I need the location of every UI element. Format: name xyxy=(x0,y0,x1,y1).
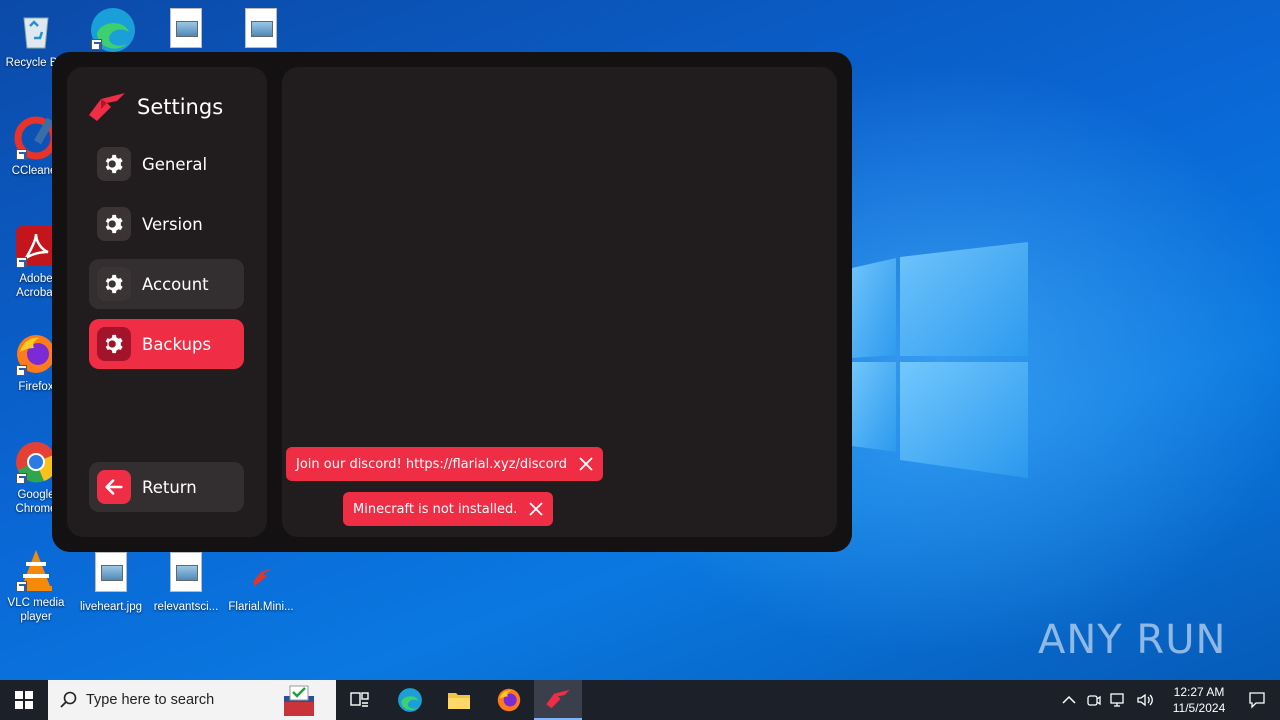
clock-date: 11/5/2024 xyxy=(1172,701,1226,715)
toast-discord: Join our discord! https://flarial.xyz/di… xyxy=(286,447,604,481)
gear-icon xyxy=(97,207,131,241)
return-button[interactable]: Return xyxy=(89,462,244,512)
volume-icon[interactable] xyxy=(1136,692,1154,708)
arrow-left-icon xyxy=(97,470,131,504)
taskbar-edge[interactable] xyxy=(386,680,434,720)
sidebar-header: Settings xyxy=(87,87,223,127)
flarial-logo-icon xyxy=(239,552,283,596)
flarial-logo-icon xyxy=(546,689,570,709)
desktop-icon-label: Flarial.Mini... xyxy=(228,601,294,613)
taskbar-file-explorer[interactable] xyxy=(435,680,483,720)
return-label: Return xyxy=(142,477,197,497)
nav-item-label: Version xyxy=(142,214,203,234)
close-icon[interactable] xyxy=(527,500,545,518)
image-file-icon xyxy=(239,8,283,52)
search-placeholder: Type here to search xyxy=(86,692,215,708)
gear-icon xyxy=(97,267,131,301)
nav-item-label: General xyxy=(142,154,208,174)
gear-icon xyxy=(97,147,131,181)
desktop-icon-label: VLC media player xyxy=(7,597,65,623)
nav-item-backups[interactable]: Backups xyxy=(89,319,244,369)
desktop-icon-vlc[interactable]: VLC media player xyxy=(0,548,72,624)
flarial-logo-icon xyxy=(89,93,125,121)
page-title: Settings xyxy=(137,95,224,119)
nav-item-general[interactable]: General xyxy=(89,139,244,189)
firefox-icon xyxy=(497,688,521,712)
desktop-icon-relevantsci[interactable]: relevantsci... xyxy=(150,552,222,614)
nav-item-version[interactable]: Version xyxy=(89,199,244,249)
desktop-icon-label: liveheart.jpg xyxy=(79,601,142,613)
recycle-bin-icon xyxy=(14,8,58,52)
toast-minecraft-not-installed: Minecraft is not installed. xyxy=(343,492,554,526)
desktop-icon-file-1[interactable] xyxy=(150,8,222,56)
edge-icon xyxy=(398,688,422,712)
search-icon xyxy=(60,691,77,708)
edge-icon xyxy=(89,6,135,52)
taskbar-clock[interactable]: 12:27 AM 11/5/2024 xyxy=(1164,684,1234,716)
vlc-icon xyxy=(14,548,58,592)
anyrun-watermark: ANY RUN xyxy=(1038,608,1226,672)
toast-message: Minecraft is not installed. xyxy=(353,501,518,517)
watermark-text: ANY RUN xyxy=(1038,617,1227,663)
desktop-icon-file-2[interactable] xyxy=(225,8,297,56)
nav-item-label: Account xyxy=(142,274,209,294)
settings-sidebar: Settings General Version Account Backups xyxy=(67,67,267,537)
notification-icon xyxy=(1249,692,1265,709)
windows-start-icon xyxy=(15,691,33,709)
task-view-button[interactable] xyxy=(336,680,384,720)
task-view-icon xyxy=(350,692,369,707)
desktop-icon-label: relevantsci... xyxy=(153,601,219,613)
desktop-icon-liveheart[interactable]: liveheart.jpg xyxy=(75,552,147,614)
folder-icon xyxy=(448,693,470,709)
network-icon[interactable] xyxy=(1110,692,1128,708)
taskbar: Type here to search 12:27 AM 11/5/2024 xyxy=(0,680,1280,720)
system-tray: 12:27 AM 11/5/2024 xyxy=(1062,680,1280,720)
close-icon[interactable] xyxy=(577,455,595,473)
image-file-icon xyxy=(164,552,208,596)
chevron-up-icon[interactable] xyxy=(1062,695,1076,705)
nav-item-label: Backups xyxy=(142,334,212,354)
image-file-icon xyxy=(89,552,133,596)
meet-now-icon[interactable] xyxy=(1086,692,1102,708)
election-ballot-icon xyxy=(284,685,314,716)
taskbar-firefox[interactable] xyxy=(485,680,533,720)
clock-time: 12:27 AM xyxy=(1173,685,1225,699)
gear-icon xyxy=(97,327,131,361)
start-button[interactable] xyxy=(0,680,48,720)
toast-message: Join our discord! https://flarial.xyz/di… xyxy=(296,456,568,472)
taskbar-flarial[interactable] xyxy=(534,680,582,720)
nav-item-account[interactable]: Account xyxy=(89,259,244,309)
action-center-button[interactable] xyxy=(1234,680,1280,720)
desktop-icon-edge[interactable] xyxy=(75,6,147,54)
taskbar-search-box[interactable]: Type here to search xyxy=(48,680,336,720)
image-file-icon xyxy=(164,8,208,52)
desktop-icon-flarial-mini[interactable]: Flarial.Mini... xyxy=(225,552,297,614)
flarial-launcher-window: Settings General Version Account Backups xyxy=(52,52,852,552)
